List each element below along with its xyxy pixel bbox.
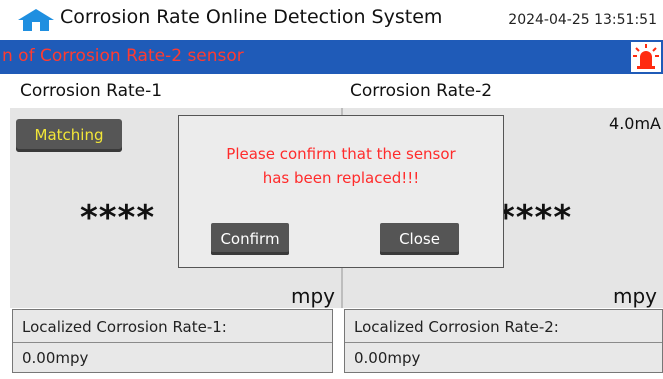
localized-rate-1-separator xyxy=(13,342,332,343)
sensor-2-heading: Corrosion Rate-2 xyxy=(341,74,663,108)
close-button[interactable]: Close xyxy=(380,223,459,255)
localized-rate-1-box: Localized Corrosion Rate-1: 0.00mpy xyxy=(12,309,333,373)
sensor-2-value: **** xyxy=(497,198,573,238)
localized-rate-2-value: 0.00mpy xyxy=(354,349,421,367)
alarm-banner: n of Corrosion Rate-2 sensor xyxy=(0,40,663,74)
header-bar: Corrosion Rate Online Detection System 2… xyxy=(0,0,663,40)
dialog-message: Please confirm that the sensor has been … xyxy=(179,142,503,190)
datetime-display: 2024-04-25 13:51:51 xyxy=(508,12,657,28)
sensor-1-value: **** xyxy=(80,198,156,238)
localized-rate-1-label: Localized Corrosion Rate-1: xyxy=(22,318,227,336)
localized-rate-1-value: 0.00mpy xyxy=(22,349,89,367)
sensor-2-unit: mpy xyxy=(612,284,657,308)
sensor-1-unit: mpy xyxy=(290,284,335,308)
sensor-1-heading: Corrosion Rate-1 xyxy=(0,74,341,108)
alarm-message: n of Corrosion Rate-2 sensor xyxy=(2,46,244,66)
alarm-light-icon[interactable] xyxy=(631,42,661,72)
home-icon[interactable] xyxy=(16,8,56,32)
matching-button[interactable]: Matching xyxy=(16,119,122,152)
app-title: Corrosion Rate Online Detection System xyxy=(60,6,443,28)
confirm-button[interactable]: Confirm xyxy=(211,223,289,255)
localized-rate-2-label: Localized Corrosion Rate-2: xyxy=(354,318,559,336)
dialog-message-line-1: Please confirm that the sensor xyxy=(226,145,456,163)
localized-rate-2-box: Localized Corrosion Rate-2: 0.00mpy xyxy=(344,309,663,373)
localized-rate-2-separator xyxy=(345,342,662,343)
app-window: Corrosion Rate Online Detection System 2… xyxy=(0,0,663,379)
confirm-dialog: Please confirm that the sensor has been … xyxy=(178,115,504,268)
dialog-message-line-2: has been replaced!!! xyxy=(262,169,420,187)
sensor-2-current: 4.0mA xyxy=(609,114,661,133)
